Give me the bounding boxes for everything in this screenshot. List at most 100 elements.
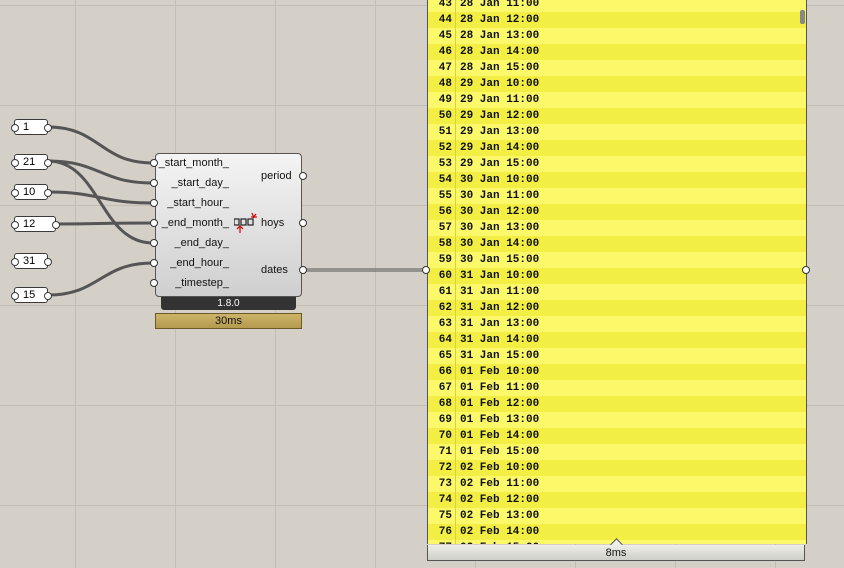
port-dot-period[interactable] <box>299 172 307 180</box>
port-dot-start-month[interactable] <box>150 159 158 167</box>
panel-row-value: 31 Jan 12:00 <box>460 302 540 314</box>
panel-row-value: 02 Feb 11:00 <box>460 478 540 490</box>
wire-end-day <box>47 159 154 245</box>
panel-row-value: 01 Feb 11:00 <box>460 382 540 394</box>
panel-row: 67 01 Feb 11:00 <box>428 380 806 396</box>
panel-row-value: 30 Jan 14:00 <box>460 238 540 250</box>
panel-row: 75 02 Feb 13:00 <box>428 508 806 524</box>
output-dates[interactable]: dates <box>261 264 288 276</box>
panel-row-index: 56 <box>428 204 456 220</box>
panel-row: 66 01 Feb 10:00 <box>428 364 806 380</box>
input-end-day[interactable]: _end_day_ <box>175 237 229 249</box>
panel-row-index: 57 <box>428 220 456 236</box>
panel-row-value: 31 Jan 14:00 <box>460 334 540 346</box>
slider-end-hour[interactable]: 15 <box>11 287 52 303</box>
component-version: 1.8.0 <box>161 297 296 310</box>
panel-row-index: 76 <box>428 524 456 540</box>
slider-end-day[interactable]: 31 <box>11 253 52 269</box>
panel-row: 58 30 Jan 14:00 <box>428 236 806 252</box>
panel-row: 69 01 Feb 13:00 <box>428 412 806 428</box>
input-start-day[interactable]: _start_day_ <box>172 177 229 189</box>
port-dot-hoys[interactable] <box>299 219 307 227</box>
panel-row: 61 31 Jan 11:00 <box>428 284 806 300</box>
slider-start-month[interactable]: 1 <box>11 119 52 135</box>
wire-start-month <box>47 125 154 165</box>
slider-start-hour[interactable]: 10 <box>11 184 52 200</box>
panel-scrollbar[interactable] <box>800 10 805 24</box>
panel-row-index: 44 <box>428 12 456 28</box>
panel-row-index: 47 <box>428 60 456 76</box>
component-timing: 30ms <box>155 313 302 329</box>
panel-row: 54 30 Jan 10:00 <box>428 172 806 188</box>
panel-row-index: 69 <box>428 412 456 428</box>
panel-row-value: 29 Jan 12:00 <box>460 110 540 122</box>
panel-row-value: 29 Jan 13:00 <box>460 126 540 138</box>
input-end-hour[interactable]: _end_hour_ <box>170 257 229 269</box>
panel-row-index: 68 <box>428 396 456 412</box>
panel-row: 57 30 Jan 13:00 <box>428 220 806 236</box>
panel-row-value: 30 Jan 13:00 <box>460 222 540 234</box>
panel-row-index: 65 <box>428 348 456 364</box>
input-timestep[interactable]: _timestep_ <box>175 277 229 289</box>
panel-output-dot[interactable] <box>802 266 810 274</box>
panel-row: 52 29 Jan 14:00 <box>428 140 806 156</box>
panel-rows: 43 28 Jan 11:00 44 28 Jan 12:00 45 28 Jan 13:… <box>428 0 806 544</box>
panel-row-index: 67 <box>428 380 456 396</box>
port-dot-start-day[interactable] <box>150 179 158 187</box>
panel-row-index: 54 <box>428 172 456 188</box>
input-start-hour[interactable]: _start_hour_ <box>167 197 229 209</box>
panel-row: 72 02 Feb 10:00 <box>428 460 806 476</box>
panel-row: 70 01 Feb 14:00 <box>428 428 806 444</box>
panel-row-value: 01 Feb 12:00 <box>460 398 540 410</box>
panel-row-value: 02 Feb 10:00 <box>460 462 540 474</box>
panel-row: 46 28 Jan 14:00 <box>428 44 806 60</box>
panel-row: 56 30 Jan 12:00 <box>428 204 806 220</box>
panel-row-index: 77 <box>428 540 456 544</box>
wire-start-day <box>47 159 154 185</box>
panel-row-value: 30 Jan 11:00 <box>460 190 540 202</box>
panel-row-value: 29 Jan 14:00 <box>460 142 540 154</box>
panel-row: 48 29 Jan 10:00 <box>428 76 806 92</box>
input-end-month[interactable]: _end_month_ <box>162 217 229 229</box>
port-dot-end-day[interactable] <box>150 239 158 247</box>
slider-start-day[interactable]: 21 <box>11 154 52 170</box>
panel-row-value: 28 Jan 12:00 <box>460 14 540 26</box>
panel-row-index: 62 <box>428 300 456 316</box>
panel-row-index: 73 <box>428 476 456 492</box>
output-hoys[interactable]: hoys <box>261 217 284 229</box>
panel-row-value: 30 Jan 10:00 <box>460 174 540 186</box>
panel-row-value: 31 Jan 13:00 <box>460 318 540 330</box>
port-dot-end-month[interactable] <box>150 219 158 227</box>
slider-end-month[interactable]: 12 <box>11 216 60 232</box>
port-dot-dates[interactable] <box>299 266 307 274</box>
panel-row: 53 29 Jan 15:00 <box>428 156 806 172</box>
panel-row-index: 55 <box>428 188 456 204</box>
panel-row-value: 01 Feb 14:00 <box>460 430 540 442</box>
output-period[interactable]: period <box>261 170 292 182</box>
port-dot-end-hour[interactable] <box>150 259 158 267</box>
panel-row: 50 29 Jan 12:00 <box>428 108 806 124</box>
panel-row: 44 28 Jan 12:00 <box>428 12 806 28</box>
wire-start-hour <box>47 190 154 205</box>
port-dot-timestep[interactable] <box>150 279 158 287</box>
panel-row: 59 30 Jan 15:00 <box>428 252 806 268</box>
panel-row-value: 01 Feb 15:00 <box>460 446 540 458</box>
panel-input-dot[interactable] <box>422 266 430 274</box>
panel-row-index: 71 <box>428 444 456 460</box>
input-start-month[interactable]: _start_month_ <box>159 157 229 169</box>
wire-end-hour <box>47 261 154 297</box>
panel-row-value: 28 Jan 15:00 <box>460 62 540 74</box>
dates-panel[interactable]: 43 28 Jan 11:00 44 28 Jan 12:00 45 28 Jan 13:… <box>427 0 807 544</box>
panel-row: 64 31 Jan 14:00 <box>428 332 806 348</box>
panel-row-value: 02 Feb 14:00 <box>460 526 540 538</box>
date-range-icon <box>234 212 257 233</box>
panel-row-index: 45 <box>428 28 456 44</box>
panel-row-value: 30 Jan 15:00 <box>460 254 540 266</box>
analysis-period-component[interactable]: _start_month_ _start_day_ _start_hour_ _… <box>155 153 302 297</box>
panel-row: 74 02 Feb 12:00 <box>428 492 806 508</box>
port-dot-start-hour[interactable] <box>150 199 158 207</box>
panel-row: 51 29 Jan 13:00 <box>428 124 806 140</box>
panel-row-value: 29 Jan 15:00 <box>460 158 540 170</box>
panel-row: 49 29 Jan 11:00 <box>428 92 806 108</box>
panel-row-value: 28 Jan 13:00 <box>460 30 540 42</box>
